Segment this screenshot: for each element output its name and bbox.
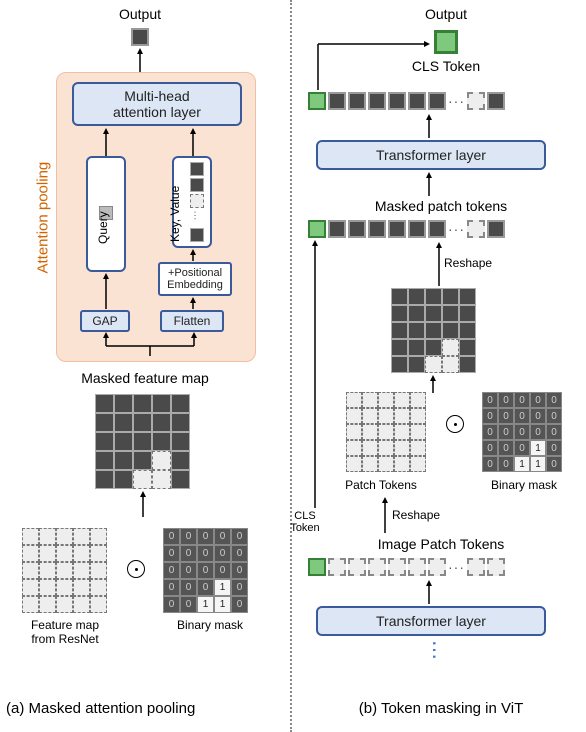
odot-a — [127, 560, 145, 578]
image-patch-tokens-label: Image Patch Tokens — [356, 536, 526, 552]
reshape-upper-label: Reshape — [444, 256, 514, 270]
arrow-split-a — [100, 332, 200, 358]
arrow-odot-masked — [140, 491, 150, 519]
arrow-trans-out — [426, 114, 436, 140]
image-patch-token-row: ··· — [308, 558, 505, 576]
panel-b: Output CLS Token ··· Transformer layer — [296, 0, 586, 732]
cls-label-lower: CLS Token — [280, 510, 330, 534]
vertical-dots: ⋯ — [422, 640, 446, 660]
arrow-output-a — [137, 48, 147, 74]
reshape-lower-label: Reshape — [392, 508, 462, 522]
arrow-pos-kv — [190, 249, 200, 263]
binary-mask-grid-a: 00000 00000 00000 00010 00110 — [163, 528, 248, 613]
arrow-query-mha — [103, 128, 113, 158]
kv-dots: ··· — [190, 211, 201, 221]
arrow-tokens-trans — [426, 172, 436, 198]
binary-mask-label-b: Binary mask — [474, 478, 574, 492]
attention-pooling-label: Attention pooling — [35, 144, 52, 274]
binary-mask-grid-b: 00000 00000 00000 00010 00110 — [482, 392, 562, 472]
feature-map-grid — [22, 528, 107, 613]
masked-patch-tokens-label: Masked patch tokens — [351, 198, 531, 214]
pos-embed-block: +Positional Embedding — [158, 262, 232, 296]
arrow-odot-grid — [430, 375, 440, 395]
output-cls-token-b — [434, 30, 458, 54]
arrow-cls-output — [312, 38, 432, 92]
masked-feature-map-grid — [95, 394, 190, 489]
odot-b — [446, 415, 464, 433]
kv-cell-1 — [190, 162, 204, 176]
binary-mask-label-a: Binary mask — [160, 618, 260, 632]
arrow-flatten-pos — [190, 297, 200, 311]
masked-feature-map-label: Masked feature map — [60, 370, 230, 386]
patch-tokens-label: Patch Tokens — [326, 478, 436, 492]
arrow-trans-bottom — [426, 580, 436, 606]
arrow-kv-mha — [190, 128, 200, 158]
diagram-container: Output Attention pooling Multi-head atte… — [0, 0, 586, 732]
kv-cell-2 — [190, 178, 204, 192]
transformer-layer-bottom: Transformer layer — [316, 606, 546, 636]
feature-map-label: Feature map from ResNet — [10, 618, 120, 646]
arrow-reshape-patch — [382, 497, 392, 535]
masked-token-row: ··· — [308, 220, 505, 238]
patch-tokens-grid — [346, 392, 426, 472]
query-label: Query — [96, 184, 110, 244]
gap-block: GAP — [80, 310, 130, 332]
arrow-cls-long — [312, 240, 322, 510]
kv-cell-3 — [190, 194, 204, 208]
mha-block: Multi-head attention layer — [72, 82, 242, 126]
arrow-gap-query — [103, 273, 113, 311]
kv-label: Key, Value — [168, 162, 182, 242]
output-label-a: Output — [110, 6, 170, 22]
transformer-layer-top: Transformer layer — [316, 140, 546, 170]
output-token-a — [131, 28, 149, 46]
kv-cell-4 — [190, 228, 204, 242]
output-token-row: ··· — [308, 92, 505, 110]
caption-a: (a) Masked attention pooling — [6, 700, 266, 717]
masked-product-grid — [391, 288, 476, 373]
panel-a: Output Attention pooling Multi-head atte… — [0, 0, 290, 732]
output-label-b: Output — [416, 6, 476, 22]
flatten-block: Flatten — [160, 310, 224, 332]
caption-b: (b) Token masking in ViT — [326, 700, 556, 717]
